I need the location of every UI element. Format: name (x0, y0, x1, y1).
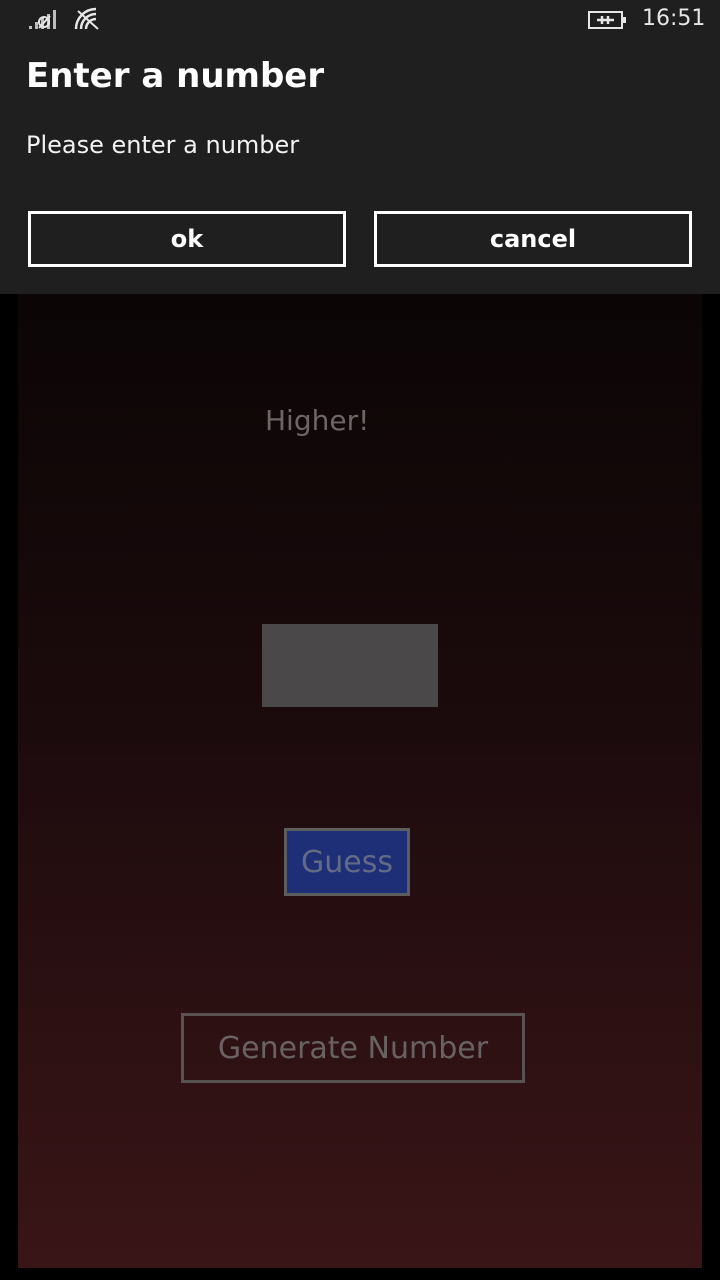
dialog-title: Enter a number (26, 56, 325, 96)
phone-screen: Higher! Guess Generate Number 16:51 Ente… (0, 0, 720, 1280)
number-input[interactable] (262, 624, 438, 707)
guess-button[interactable]: Guess (284, 828, 410, 896)
status-clock: 16:51 (642, 6, 706, 31)
status-bar: 16:51 (0, 0, 720, 42)
dialog-message: Please enter a number (26, 131, 300, 159)
message-dialog: 16:51 Enter a number Please enter a numb… (0, 0, 720, 294)
app-page: Higher! Guess Generate Number (18, 292, 702, 1268)
generate-number-button[interactable]: Generate Number (181, 1013, 525, 1083)
signal-no-sim-icon (29, 10, 56, 29)
feedback-text: Higher! (265, 404, 370, 437)
battery-charging-icon (588, 11, 626, 29)
wifi-icon (74, 7, 99, 30)
ok-button[interactable]: ok (28, 211, 346, 267)
cancel-button[interactable]: cancel (374, 211, 692, 267)
